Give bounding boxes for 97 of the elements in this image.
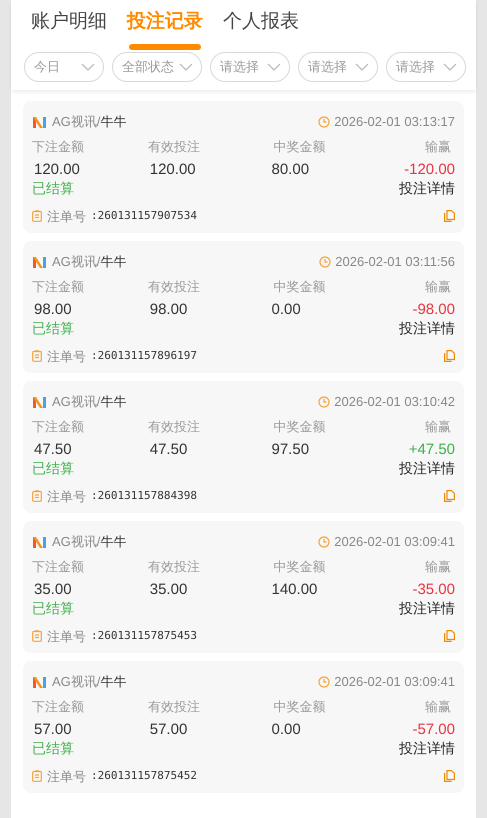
clock-icon <box>318 536 330 548</box>
game-title: AG视讯/牛牛 <box>52 533 126 552</box>
logo-icon <box>32 394 47 410</box>
clock-icon <box>319 256 332 268</box>
bet-detail-link[interactable]: 投注详情 <box>399 598 455 616</box>
chevron-down-icon <box>267 63 281 71</box>
profit-value: +47.50 <box>408 440 455 458</box>
clipboard-icon <box>32 770 42 782</box>
copy-icon[interactable] <box>444 770 455 782</box>
amount-value: 120.00 <box>148 160 196 178</box>
order-number: :260131157907534 <box>91 208 197 224</box>
status-label: 已结算 <box>32 738 74 756</box>
bet-time: 2026-02-01 03:10:42 <box>334 393 455 412</box>
column-label: 中奖金额 <box>272 418 326 436</box>
clipboard-icon <box>32 350 42 362</box>
column-label: 有效投注 <box>146 138 200 156</box>
amount-value: 80.00 <box>270 160 310 178</box>
column-label: 下注金额 <box>32 418 84 436</box>
amount-value: 97.50 <box>270 440 310 458</box>
column-label: 中奖金额 <box>272 278 326 296</box>
chevron-down-icon <box>81 63 95 71</box>
column-label: 中奖金额 <box>272 558 326 576</box>
amount-value: 120.00 <box>33 160 80 178</box>
bet-detail-link[interactable]: 投注详情 <box>399 738 455 756</box>
clipboard-icon <box>32 210 42 222</box>
clock-icon <box>318 676 330 688</box>
amount-value: 57.00 <box>148 720 188 738</box>
logo-icon <box>32 534 47 550</box>
amount-value: 140.00 <box>270 580 318 598</box>
order-label: 注单号 <box>47 488 86 506</box>
tab[interactable]: 账户明细 <box>31 10 107 50</box>
order-number: :260131157875453 <box>91 628 197 644</box>
clipboard-icon <box>32 490 42 502</box>
chevron-down-icon <box>355 63 369 71</box>
order-number: :260131157884398 <box>91 488 197 504</box>
bet-time: 2026-02-01 03:09:41 <box>334 673 455 692</box>
copy-icon[interactable] <box>444 210 455 222</box>
column-label: 输赢 <box>425 418 452 436</box>
bet-time: 2026-02-01 03:09:41 <box>334 533 455 552</box>
profit-value: -57.00 <box>412 720 455 738</box>
bet-time: 2026-02-01 03:11:56 <box>335 253 455 272</box>
copy-icon[interactable] <box>444 630 455 642</box>
order-number: :260131157896197 <box>91 348 197 364</box>
column-label: 下注金额 <box>32 278 84 296</box>
logo-icon <box>32 254 47 270</box>
column-label: 下注金额 <box>32 698 84 716</box>
logo-icon <box>32 674 47 690</box>
bet-detail-link[interactable]: 投注详情 <box>399 458 455 476</box>
game-title: AG视讯/牛牛 <box>52 393 126 412</box>
column-label: 有效投注 <box>146 698 200 716</box>
profit-value: -120.00 <box>404 160 455 178</box>
game-title: AG视讯/牛牛 <box>52 113 126 132</box>
status-label: 已结算 <box>32 458 74 476</box>
order-label: 注单号 <box>47 768 86 786</box>
column-label: 有效投注 <box>146 418 200 436</box>
bet-detail-link[interactable]: 投注详情 <box>399 178 455 196</box>
order-label: 注单号 <box>47 208 86 226</box>
order-label: 注单号 <box>47 628 86 646</box>
clock-icon <box>318 116 330 128</box>
game-title: AG视讯/牛牛 <box>52 253 126 272</box>
column-label: 输赢 <box>425 698 452 716</box>
amount-value: 57.00 <box>33 720 72 738</box>
profit-value: -35.00 <box>412 580 455 598</box>
clipboard-icon <box>32 630 42 642</box>
copy-icon[interactable] <box>444 350 455 362</box>
column-label: 有效投注 <box>146 278 200 296</box>
column-label: 下注金额 <box>32 138 84 156</box>
column-label: 下注金额 <box>32 558 84 576</box>
game-title: AG视讯/牛牛 <box>52 673 126 692</box>
amount-value: 47.50 <box>148 440 188 458</box>
chevron-down-icon <box>179 63 193 71</box>
order-label: 注单号 <box>47 348 86 366</box>
amount-value: 0.00 <box>270 300 301 318</box>
logo-icon <box>32 114 47 130</box>
column-label: 中奖金额 <box>272 698 326 716</box>
amount-value: 35.00 <box>148 580 188 598</box>
status-label: 已结算 <box>32 318 74 336</box>
amount-value: 98.00 <box>33 300 72 318</box>
column-label: 输赢 <box>425 138 452 156</box>
amount-value: 0.00 <box>270 720 301 738</box>
amount-value: 47.50 <box>33 440 72 458</box>
amount-value: 35.00 <box>33 580 72 598</box>
column-label: 输赢 <box>425 278 452 296</box>
bet-time: 2026-02-01 03:13:17 <box>334 113 455 132</box>
amount-value: 98.00 <box>148 300 188 318</box>
status-label: 已结算 <box>32 598 74 616</box>
status-label: 已结算 <box>32 178 74 196</box>
bet-detail-link[interactable]: 投注详情 <box>399 318 455 336</box>
column-label: 有效投注 <box>146 558 200 576</box>
clock-icon <box>318 396 330 408</box>
column-label: 中奖金额 <box>272 138 326 156</box>
profit-value: -98.00 <box>412 300 455 318</box>
copy-icon[interactable] <box>444 490 455 502</box>
column-label: 输赢 <box>425 558 452 576</box>
tab[interactable]: 个人报表 <box>223 10 299 50</box>
chevron-down-icon <box>443 63 457 71</box>
order-number: :260131157875452 <box>91 768 197 784</box>
